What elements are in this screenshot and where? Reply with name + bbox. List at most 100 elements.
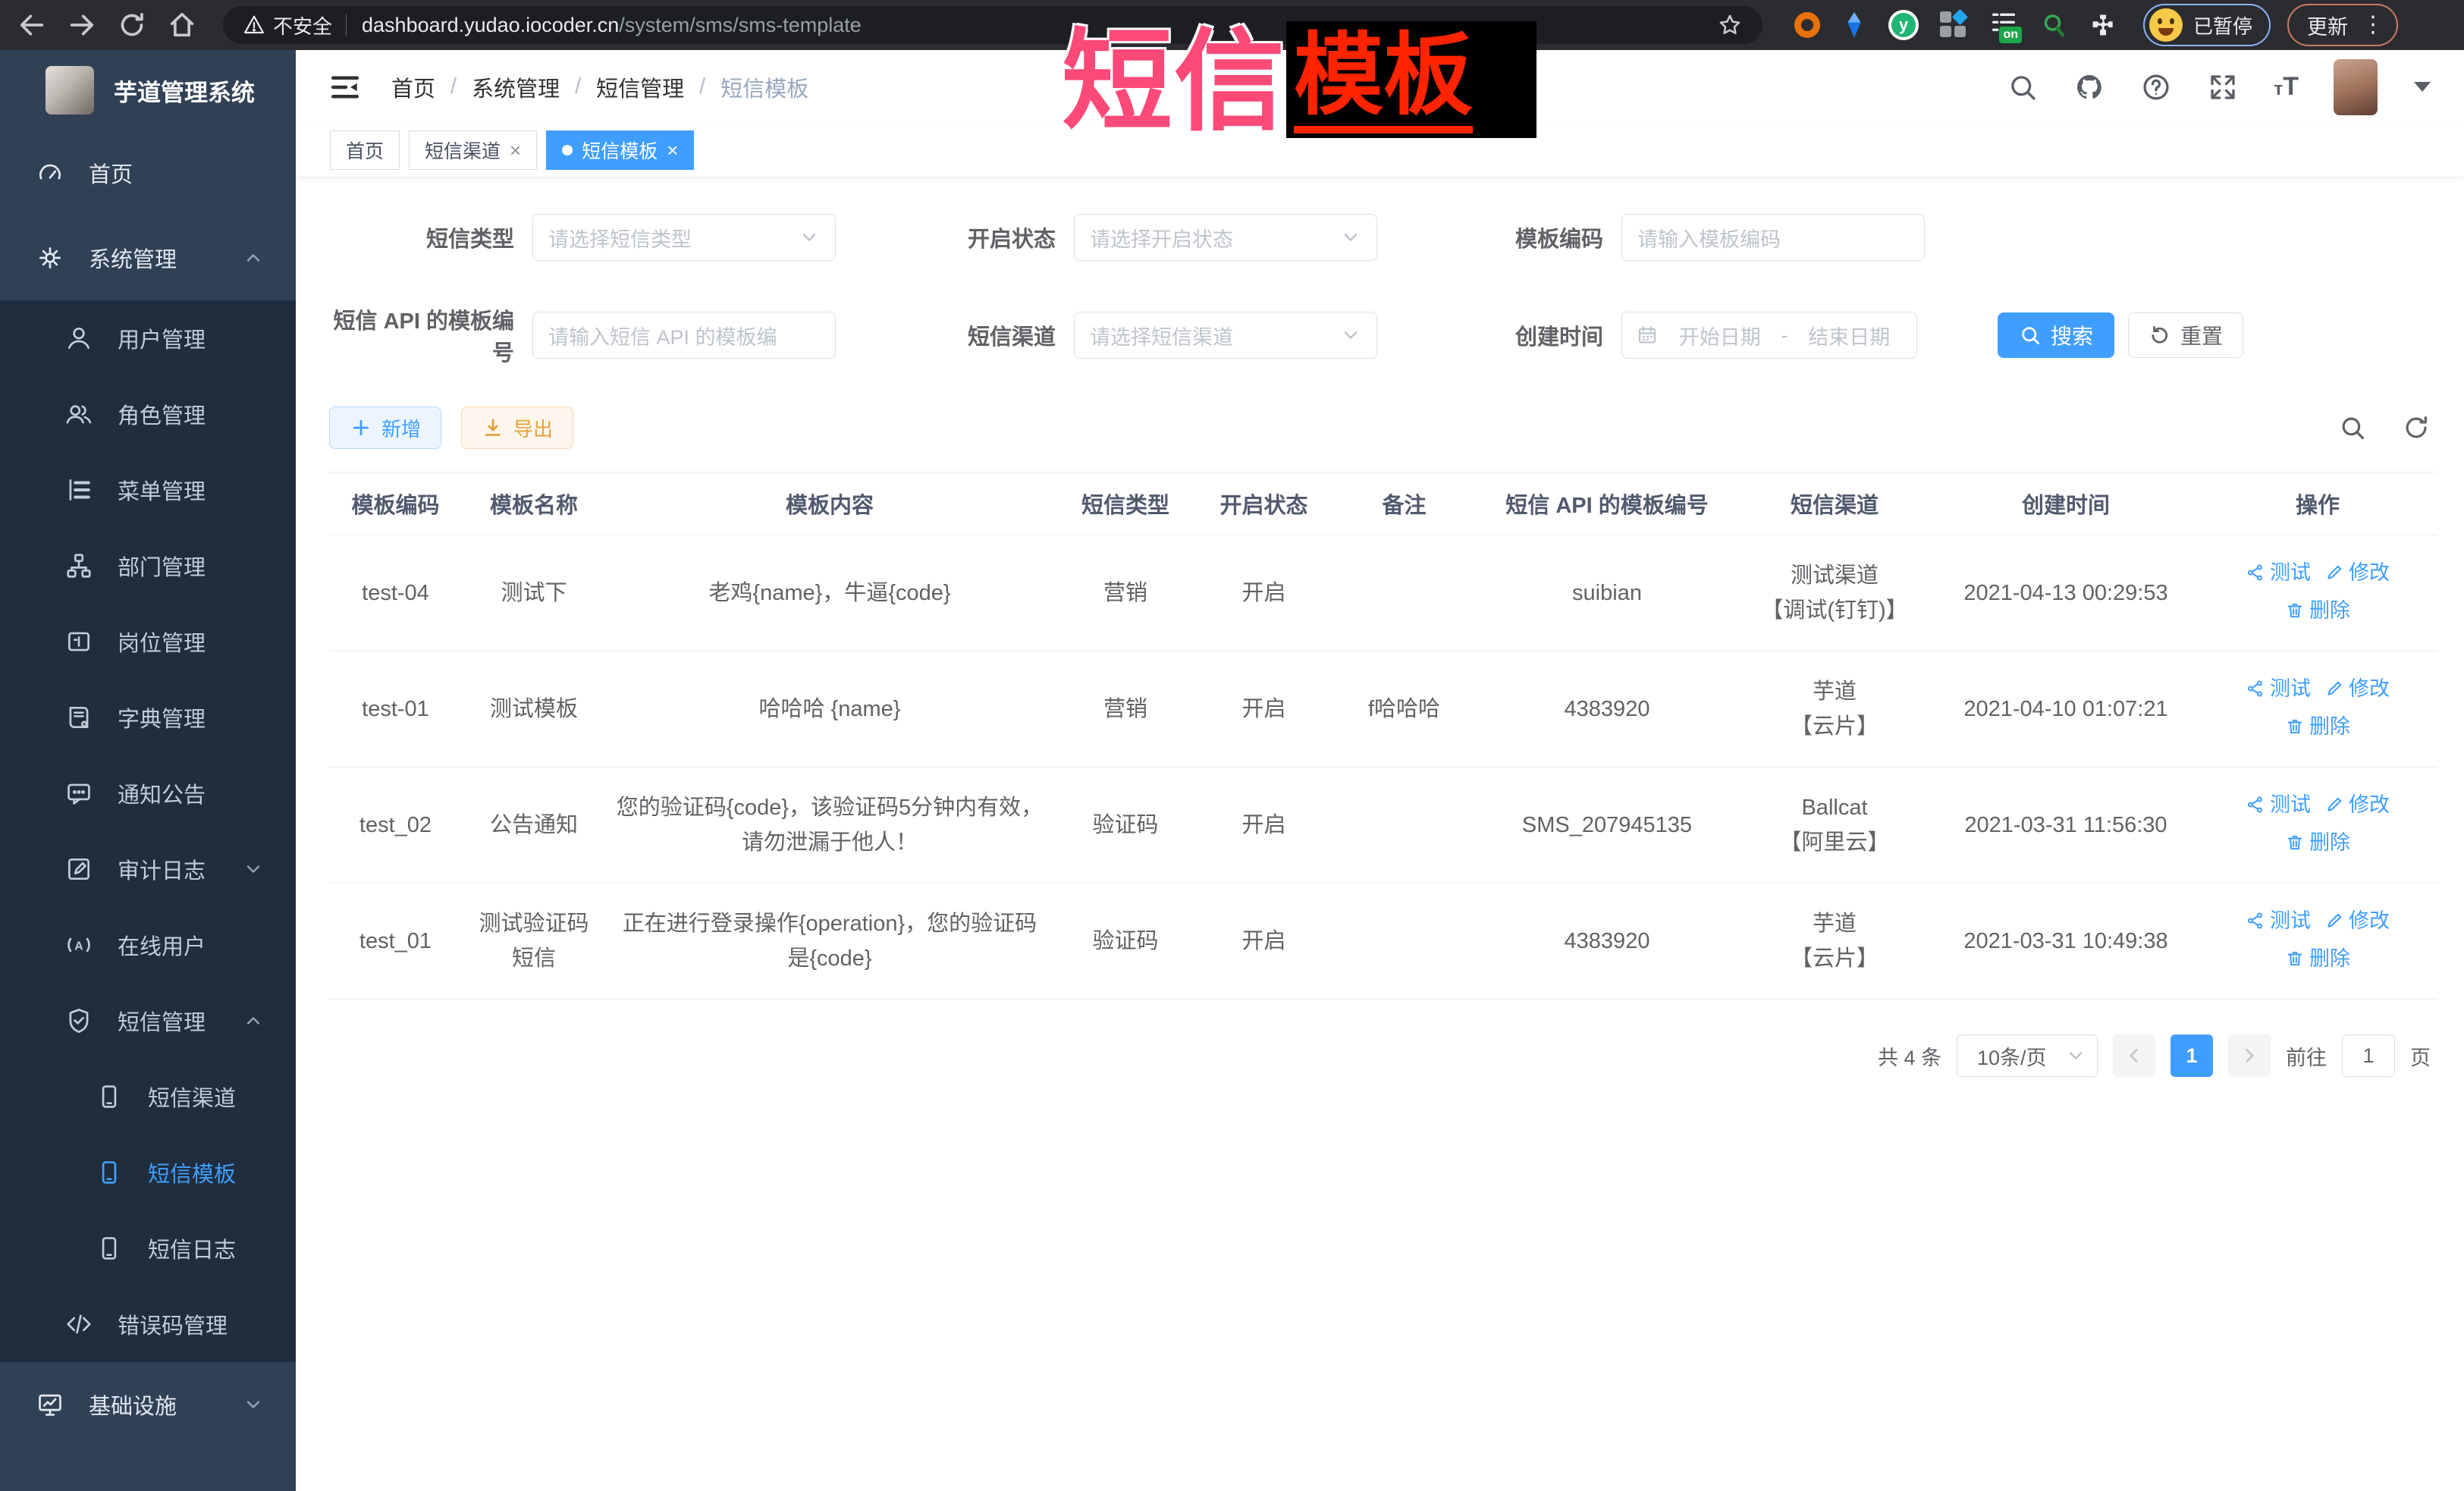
font-size-icon[interactable]: тT (2274, 72, 2299, 102)
search-icon[interactable] (2007, 71, 2039, 103)
sidebar-item-online-users[interactable]: A 在线用户 (0, 907, 296, 983)
svg-text:A: A (74, 940, 83, 953)
sidebar-item-dict-management[interactable]: 字典管理 (0, 680, 296, 755)
refresh-icon[interactable] (2402, 413, 2431, 442)
extension-orange-icon[interactable] (1794, 12, 1820, 38)
sms-type-select[interactable]: 请选择短信类型 (532, 214, 836, 261)
share-icon (2246, 911, 2265, 931)
page-size-select[interactable]: 10条/页 (1957, 1034, 2098, 1077)
close-icon[interactable]: × (510, 139, 521, 162)
forward-icon[interactable] (67, 10, 97, 40)
delete-link[interactable]: 删除 (2285, 825, 2350, 860)
page-1-button[interactable]: 1 (2171, 1034, 2213, 1077)
search-toggle-icon[interactable] (2338, 413, 2367, 442)
address-bar[interactable]: 不安全 dashboard.yudao.iocoder.cn /system/s… (223, 6, 1762, 44)
sidebar-item-dept-management[interactable]: 部门管理 (0, 528, 296, 604)
start-date-placeholder[interactable]: 开始日期 (1666, 321, 1774, 350)
pagination: 共 4 条 10条/页 1 前往 1 页 (329, 1034, 2431, 1077)
extension-grid-icon[interactable] (1940, 11, 1967, 39)
extension-pin-icon[interactable] (1841, 11, 1867, 39)
trash-icon (2285, 601, 2305, 620)
search-button[interactable]: 搜索 (1998, 312, 2114, 358)
fullscreen-icon[interactable] (2207, 71, 2239, 103)
test-link[interactable]: 测试 (2246, 787, 2311, 822)
tab-sms-channel[interactable]: 短信渠道 × (409, 130, 537, 170)
dashboard-icon (36, 159, 64, 187)
share-icon (2246, 795, 2265, 815)
add-button[interactable]: 新增 (329, 406, 441, 449)
sidebar-item-notice[interactable]: 通知公告 (0, 755, 296, 831)
edit-link[interactable]: 修改 (2324, 903, 2390, 938)
sidebar-item-audit-log[interactable]: 审计日志 (0, 831, 296, 907)
api-template-id-input[interactable]: 请输入短信 API 的模板编 (532, 312, 836, 359)
edit-link[interactable]: 修改 (2324, 555, 2390, 590)
tree-list-icon (64, 476, 93, 504)
close-icon[interactable]: × (667, 139, 678, 162)
channel-select[interactable]: 请选择短信渠道 (1074, 312, 1377, 359)
delete-link[interactable]: 删除 (2285, 709, 2350, 744)
reset-button[interactable]: 重置 (2128, 312, 2243, 358)
sidebar-item-sms-management[interactable]: 短信管理 (0, 983, 296, 1059)
status-label: 开启状态 (836, 221, 1074, 253)
back-icon[interactable] (17, 10, 47, 40)
template-code-input[interactable]: 请输入模板编码 (1621, 214, 1925, 261)
sidebar-item-home[interactable]: 首页 (0, 130, 296, 215)
sidebar-collapse-icon[interactable] (329, 71, 361, 103)
delete-link[interactable]: 删除 (2285, 941, 2350, 976)
breadcrumb-system[interactable]: 系统管理 (472, 71, 560, 103)
profile-paused-pill[interactable]: 已暂停 (2143, 4, 2271, 46)
end-date-placeholder[interactable]: 结束日期 (1796, 321, 1904, 350)
calendar-icon (1636, 324, 1659, 347)
avatar-dropdown-caret-icon[interactable] (2414, 82, 2431, 92)
security-label[interactable]: 不安全 (273, 11, 332, 39)
monitor-icon (36, 1390, 64, 1419)
help-icon[interactable] (2140, 71, 2172, 103)
extensions-puzzle-icon[interactable] (2089, 11, 2117, 39)
test-link[interactable]: 测试 (2246, 903, 2311, 938)
sidebar-item-post-management[interactable]: 岗位管理 (0, 604, 296, 680)
goto-page-input[interactable]: 1 (2342, 1034, 2395, 1077)
reload-icon[interactable] (117, 10, 147, 40)
date-range-picker[interactable]: 开始日期 - 结束日期 (1621, 312, 1917, 359)
sidebar-item-error-code[interactable]: 错误码管理 (0, 1286, 296, 1362)
kebab-menu-icon[interactable]: ⋮ (2362, 18, 2384, 32)
sidebar-item-system-management[interactable]: 系统管理 (0, 215, 296, 300)
breadcrumb-sms[interactable]: 短信管理 (596, 71, 684, 103)
test-link[interactable]: 测试 (2246, 555, 2311, 590)
home-icon[interactable] (167, 10, 197, 40)
delete-link[interactable]: 删除 (2285, 593, 2350, 628)
status-select[interactable]: 请选择开启状态 (1074, 214, 1377, 261)
sidebar-item-sms-channel[interactable]: 短信渠道 (0, 1059, 296, 1135)
app-logo[interactable]: 芋道管理系统 (0, 50, 296, 130)
extension-list-icon[interactable]: on (1988, 8, 2019, 42)
sidebar-item-infrastructure[interactable]: 基础设施 (0, 1362, 296, 1447)
warning-icon (243, 14, 265, 36)
tab-sms-template[interactable]: 短信模板 × (546, 130, 694, 170)
sidebar-item-sms-log[interactable]: 短信日志 (0, 1210, 296, 1286)
sidebar-item-role-management[interactable]: 角色管理 (0, 376, 296, 452)
users-icon (64, 400, 93, 428)
breadcrumb-home[interactable]: 首页 (391, 71, 435, 103)
next-page-button[interactable] (2228, 1034, 2271, 1077)
header-actions: тT (2007, 59, 2431, 115)
prev-page-button[interactable] (2113, 1034, 2155, 1077)
extension-tool-icon[interactable] (2040, 10, 2067, 40)
url-path[interactable]: /system/sms/sms-template (619, 14, 862, 37)
pencil-icon (2324, 679, 2344, 698)
test-link[interactable]: 测试 (2246, 671, 2311, 706)
extension-y-icon[interactable]: y (1888, 10, 1919, 40)
col-template-code: 模板编码 (329, 472, 462, 535)
edit-link[interactable]: 修改 (2324, 671, 2390, 706)
user-avatar[interactable] (2334, 59, 2378, 115)
edit-link[interactable]: 修改 (2324, 787, 2390, 822)
url-host[interactable]: dashboard.yudao.iocoder.cn (362, 14, 619, 37)
bookmark-star-icon[interactable] (1717, 12, 1743, 38)
browser-update-button[interactable]: 更新 ⋮ (2287, 4, 2398, 46)
tab-home[interactable]: 首页 (330, 130, 400, 170)
github-icon[interactable] (2073, 71, 2105, 103)
sidebar-item-user-management[interactable]: 用户管理 (0, 300, 296, 376)
sidebar-item-menu-management[interactable]: 菜单管理 (0, 452, 296, 528)
export-button[interactable]: 导出 (461, 406, 573, 449)
sidebar-item-sms-template[interactable]: 短信模板 (0, 1135, 296, 1210)
user-icon (64, 324, 93, 353)
